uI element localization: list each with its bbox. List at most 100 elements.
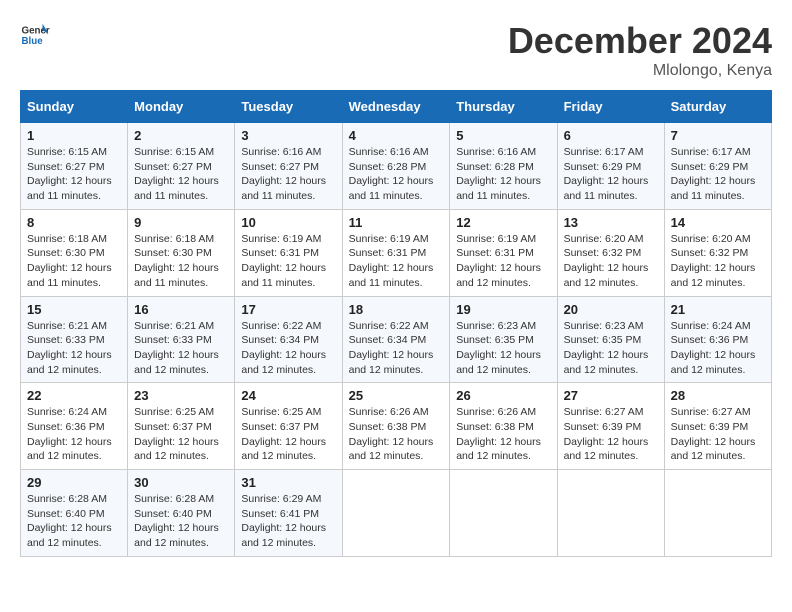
calendar-cell: 12 Sunrise: 6:19 AM Sunset: 6:31 PM Dayl… (450, 209, 557, 296)
day-info: Sunrise: 6:25 AM Sunset: 6:37 PM Dayligh… (241, 405, 335, 464)
calendar-cell: 8 Sunrise: 6:18 AM Sunset: 6:30 PM Dayli… (21, 209, 128, 296)
day-info: Sunrise: 6:24 AM Sunset: 6:36 PM Dayligh… (27, 405, 121, 464)
day-number: 11 (349, 215, 444, 230)
calendar-cell (342, 470, 450, 557)
calendar-week-row: 8 Sunrise: 6:18 AM Sunset: 6:30 PM Dayli… (21, 209, 772, 296)
calendar-cell: 6 Sunrise: 6:17 AM Sunset: 6:29 PM Dayli… (557, 123, 664, 210)
day-number: 21 (671, 302, 765, 317)
calendar-cell: 21 Sunrise: 6:24 AM Sunset: 6:36 PM Dayl… (664, 296, 771, 383)
calendar-cell: 13 Sunrise: 6:20 AM Sunset: 6:32 PM Dayl… (557, 209, 664, 296)
calendar-week-row: 29 Sunrise: 6:28 AM Sunset: 6:40 PM Dayl… (21, 470, 772, 557)
calendar-cell: 30 Sunrise: 6:28 AM Sunset: 6:40 PM Dayl… (128, 470, 235, 557)
calendar-table: Sunday Monday Tuesday Wednesday Thursday… (20, 90, 772, 557)
day-number: 20 (564, 302, 658, 317)
day-number: 28 (671, 388, 765, 403)
day-number: 2 (134, 128, 228, 143)
day-number: 1 (27, 128, 121, 143)
day-info: Sunrise: 6:20 AM Sunset: 6:32 PM Dayligh… (671, 232, 765, 291)
day-info: Sunrise: 6:18 AM Sunset: 6:30 PM Dayligh… (134, 232, 228, 291)
calendar-cell: 27 Sunrise: 6:27 AM Sunset: 6:39 PM Dayl… (557, 383, 664, 470)
day-info: Sunrise: 6:23 AM Sunset: 6:35 PM Dayligh… (564, 319, 658, 378)
calendar-header-row: Sunday Monday Tuesday Wednesday Thursday… (21, 91, 772, 123)
calendar-cell: 7 Sunrise: 6:17 AM Sunset: 6:29 PM Dayli… (664, 123, 771, 210)
logo-icon: General Blue (20, 20, 50, 50)
svg-text:Blue: Blue (22, 36, 44, 47)
day-info: Sunrise: 6:15 AM Sunset: 6:27 PM Dayligh… (27, 145, 121, 204)
day-info: Sunrise: 6:19 AM Sunset: 6:31 PM Dayligh… (241, 232, 335, 291)
day-info: Sunrise: 6:16 AM Sunset: 6:28 PM Dayligh… (456, 145, 550, 204)
calendar-cell: 3 Sunrise: 6:16 AM Sunset: 6:27 PM Dayli… (235, 123, 342, 210)
col-sunday: Sunday (21, 91, 128, 123)
day-info: Sunrise: 6:24 AM Sunset: 6:36 PM Dayligh… (671, 319, 765, 378)
day-info: Sunrise: 6:16 AM Sunset: 6:28 PM Dayligh… (349, 145, 444, 204)
calendar-cell (664, 470, 771, 557)
day-number: 29 (27, 475, 121, 490)
day-number: 23 (134, 388, 228, 403)
day-number: 3 (241, 128, 335, 143)
calendar-cell: 22 Sunrise: 6:24 AM Sunset: 6:36 PM Dayl… (21, 383, 128, 470)
calendar-cell: 29 Sunrise: 6:28 AM Sunset: 6:40 PM Dayl… (21, 470, 128, 557)
calendar-cell: 25 Sunrise: 6:26 AM Sunset: 6:38 PM Dayl… (342, 383, 450, 470)
day-info: Sunrise: 6:20 AM Sunset: 6:32 PM Dayligh… (564, 232, 658, 291)
calendar-cell: 9 Sunrise: 6:18 AM Sunset: 6:30 PM Dayli… (128, 209, 235, 296)
day-info: Sunrise: 6:15 AM Sunset: 6:27 PM Dayligh… (134, 145, 228, 204)
day-info: Sunrise: 6:16 AM Sunset: 6:27 PM Dayligh… (241, 145, 335, 204)
calendar-week-row: 1 Sunrise: 6:15 AM Sunset: 6:27 PM Dayli… (21, 123, 772, 210)
day-number: 24 (241, 388, 335, 403)
day-info: Sunrise: 6:21 AM Sunset: 6:33 PM Dayligh… (134, 319, 228, 378)
day-number: 10 (241, 215, 335, 230)
day-info: Sunrise: 6:27 AM Sunset: 6:39 PM Dayligh… (564, 405, 658, 464)
calendar-cell: 17 Sunrise: 6:22 AM Sunset: 6:34 PM Dayl… (235, 296, 342, 383)
calendar-cell: 28 Sunrise: 6:27 AM Sunset: 6:39 PM Dayl… (664, 383, 771, 470)
day-info: Sunrise: 6:22 AM Sunset: 6:34 PM Dayligh… (349, 319, 444, 378)
day-number: 4 (349, 128, 444, 143)
col-thursday: Thursday (450, 91, 557, 123)
calendar-cell: 26 Sunrise: 6:26 AM Sunset: 6:38 PM Dayl… (450, 383, 557, 470)
day-number: 19 (456, 302, 550, 317)
calendar-cell: 15 Sunrise: 6:21 AM Sunset: 6:33 PM Dayl… (21, 296, 128, 383)
day-number: 5 (456, 128, 550, 143)
calendar-cell (450, 470, 557, 557)
calendar-cell: 4 Sunrise: 6:16 AM Sunset: 6:28 PM Dayli… (342, 123, 450, 210)
day-number: 18 (349, 302, 444, 317)
calendar-cell: 5 Sunrise: 6:16 AM Sunset: 6:28 PM Dayli… (450, 123, 557, 210)
day-info: Sunrise: 6:19 AM Sunset: 6:31 PM Dayligh… (456, 232, 550, 291)
day-number: 27 (564, 388, 658, 403)
day-number: 30 (134, 475, 228, 490)
day-number: 17 (241, 302, 335, 317)
day-info: Sunrise: 6:26 AM Sunset: 6:38 PM Dayligh… (349, 405, 444, 464)
col-monday: Monday (128, 91, 235, 123)
month-title: December 2024 (508, 20, 772, 62)
day-info: Sunrise: 6:17 AM Sunset: 6:29 PM Dayligh… (564, 145, 658, 204)
day-number: 13 (564, 215, 658, 230)
col-friday: Friday (557, 91, 664, 123)
calendar-cell: 23 Sunrise: 6:25 AM Sunset: 6:37 PM Dayl… (128, 383, 235, 470)
calendar-cell: 14 Sunrise: 6:20 AM Sunset: 6:32 PM Dayl… (664, 209, 771, 296)
day-info: Sunrise: 6:29 AM Sunset: 6:41 PM Dayligh… (241, 492, 335, 551)
day-info: Sunrise: 6:27 AM Sunset: 6:39 PM Dayligh… (671, 405, 765, 464)
day-number: 22 (27, 388, 121, 403)
day-info: Sunrise: 6:23 AM Sunset: 6:35 PM Dayligh… (456, 319, 550, 378)
day-number: 6 (564, 128, 658, 143)
location: Mlolongo, Kenya (508, 62, 772, 80)
title-block: December 2024 Mlolongo, Kenya (508, 20, 772, 80)
calendar-cell: 16 Sunrise: 6:21 AM Sunset: 6:33 PM Dayl… (128, 296, 235, 383)
calendar-cell: 1 Sunrise: 6:15 AM Sunset: 6:27 PM Dayli… (21, 123, 128, 210)
calendar-cell: 18 Sunrise: 6:22 AM Sunset: 6:34 PM Dayl… (342, 296, 450, 383)
day-number: 12 (456, 215, 550, 230)
day-info: Sunrise: 6:21 AM Sunset: 6:33 PM Dayligh… (27, 319, 121, 378)
calendar-week-row: 22 Sunrise: 6:24 AM Sunset: 6:36 PM Dayl… (21, 383, 772, 470)
col-wednesday: Wednesday (342, 91, 450, 123)
day-info: Sunrise: 6:26 AM Sunset: 6:38 PM Dayligh… (456, 405, 550, 464)
logo: General Blue (20, 20, 50, 50)
calendar-cell: 2 Sunrise: 6:15 AM Sunset: 6:27 PM Dayli… (128, 123, 235, 210)
day-info: Sunrise: 6:25 AM Sunset: 6:37 PM Dayligh… (134, 405, 228, 464)
day-number: 26 (456, 388, 550, 403)
day-info: Sunrise: 6:28 AM Sunset: 6:40 PM Dayligh… (134, 492, 228, 551)
day-number: 14 (671, 215, 765, 230)
day-info: Sunrise: 6:22 AM Sunset: 6:34 PM Dayligh… (241, 319, 335, 378)
day-info: Sunrise: 6:17 AM Sunset: 6:29 PM Dayligh… (671, 145, 765, 204)
calendar-cell: 20 Sunrise: 6:23 AM Sunset: 6:35 PM Dayl… (557, 296, 664, 383)
calendar-week-row: 15 Sunrise: 6:21 AM Sunset: 6:33 PM Dayl… (21, 296, 772, 383)
day-number: 9 (134, 215, 228, 230)
